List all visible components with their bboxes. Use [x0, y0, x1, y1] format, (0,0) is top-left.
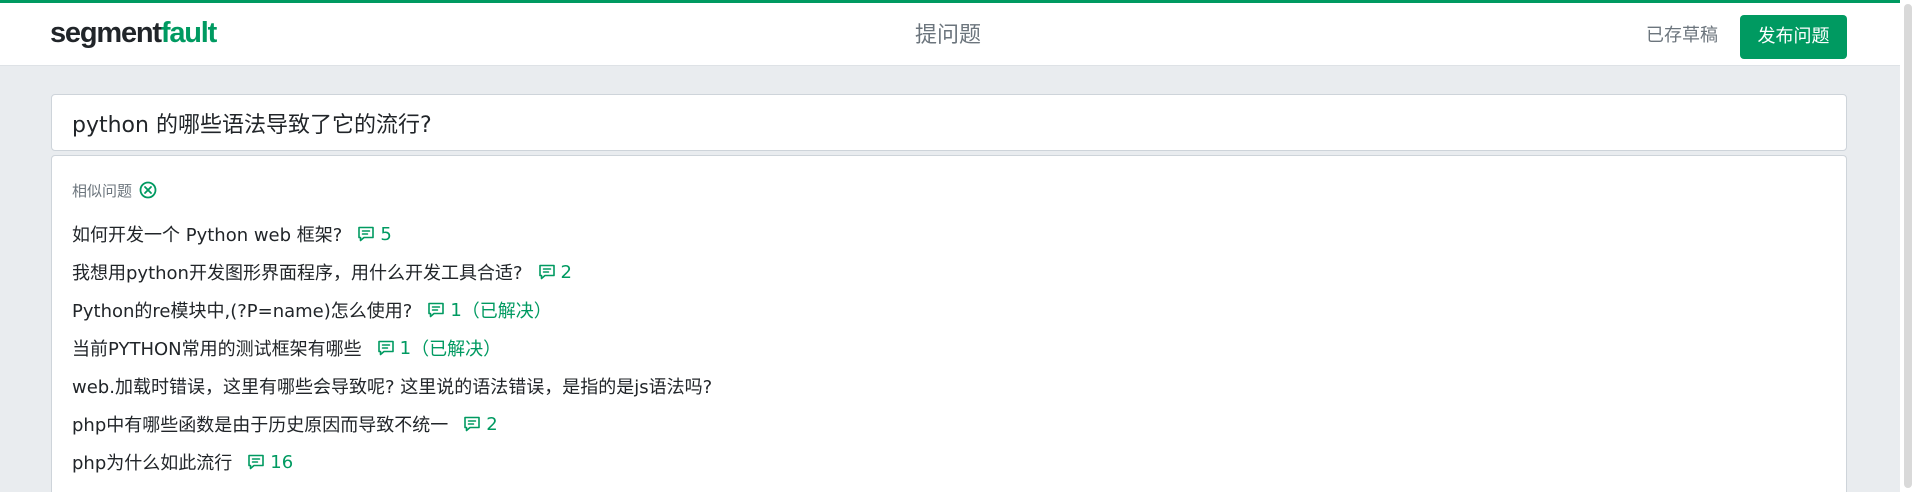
similar-questions-heading: 相似问题: [72, 181, 133, 200]
answer-count-value: 2: [486, 413, 498, 435]
similar-question-title[interactable]: web.加载时错误，这里有哪些会导致呢? 这里说的语法错误，是指的是js语法吗?: [72, 373, 712, 399]
comment-icon: [462, 414, 486, 434]
question-title-input[interactable]: [51, 94, 1847, 151]
similar-question-title[interactable]: Python的re模块中,(?P=name)怎么使用?: [72, 297, 412, 323]
answer-count-value: 5: [380, 223, 392, 245]
answer-count: 1 （已解决）: [426, 297, 552, 323]
answer-count: 16: [246, 452, 293, 473]
similar-question-title[interactable]: 当前PYTHON常用的测试框架有哪些: [72, 335, 362, 361]
close-circle-icon[interactable]: [138, 180, 158, 200]
similar-question-title[interactable]: php为什么如此流行: [72, 449, 232, 475]
answer-count-value: 16: [270, 451, 294, 473]
comment-icon: [376, 338, 400, 358]
similar-question-title[interactable]: 我想用python开发图形界面程序，用什么开发工具合适?: [72, 259, 523, 285]
answer-count: 1 （已解决）: [376, 335, 501, 361]
similar-question-item[interactable]: web.加载时错误，这里有哪些会导致呢? 这里说的语法错误，是指的是js语法吗?: [72, 367, 712, 405]
comment-icon: [356, 224, 380, 244]
similar-question-item[interactable]: 当前PYTHON常用的测试框架有哪些 1 （已解决）: [72, 329, 712, 367]
answer-count-value: 1: [399, 337, 412, 359]
page-scrollbar[interactable]: [1900, 0, 1916, 492]
similar-question-item[interactable]: Python的re模块中,(?P=name)怎么使用? 1 （已解决）: [72, 291, 712, 329]
comment-icon: [537, 262, 561, 282]
scrollbar-thumb[interactable]: [1904, 4, 1912, 488]
page-title: 提问题: [914, 23, 981, 48]
answer-count: 5: [356, 223, 392, 245]
comment-icon: [426, 300, 450, 320]
similar-question-item[interactable]: 我想用python开发图形界面程序，用什么开发工具合适? 2: [72, 253, 712, 291]
similar-question-item[interactable]: php中有哪些函数是由于历史原因而导致不统一 2: [72, 405, 712, 443]
answer-count-value: 2: [560, 261, 572, 283]
solved-status: （已解决）: [411, 339, 502, 360]
similar-question-item[interactable]: php为什么如此流行 16: [72, 443, 712, 481]
top-navbar: segmentfault 提问题 已存草稿 发布问题: [0, 0, 1916, 66]
publish-question-button[interactable]: 发布问题: [1740, 15, 1847, 59]
similar-questions-header: 相似问题: [72, 178, 158, 202]
similar-question-title[interactable]: php中有哪些函数是由于历史原因而导致不统一: [72, 411, 448, 437]
answer-count-value: 1: [450, 299, 462, 321]
similar-questions-list: 如何开发一个 Python web 框架? 5 我想用python开发图形界面程序，…: [72, 215, 712, 481]
solved-status: （已解决）: [461, 301, 552, 322]
similar-questions-panel: 相似问题 如何开发一个 Python web 框架? 5 我想用python开发图形…: [51, 155, 1847, 492]
answer-count: 2: [462, 413, 498, 435]
draft-status: 已存草稿: [1646, 25, 1718, 46]
similar-question-title[interactable]: 如何开发一个 Python web 框架?: [72, 221, 342, 247]
answer-count: 2: [537, 262, 572, 283]
similar-question-item[interactable]: 如何开发一个 Python web 框架? 5: [72, 215, 712, 253]
comment-icon: [246, 452, 270, 472]
